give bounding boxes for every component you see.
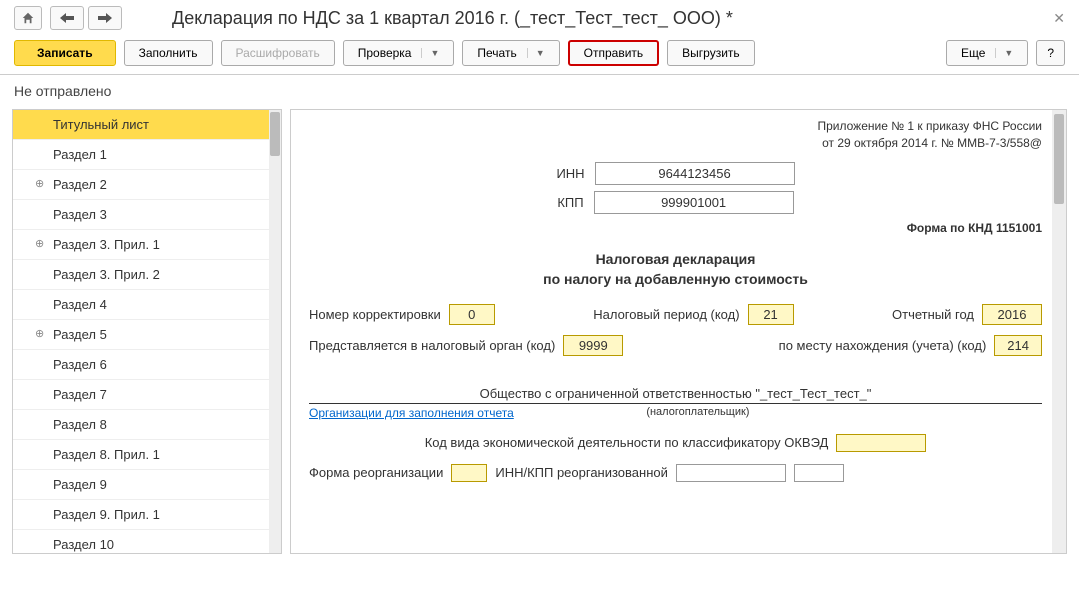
org-block: Общество с ограниченной ответственностью… [309, 386, 1042, 420]
check-button[interactable]: Проверка ▼ [343, 40, 455, 66]
kpp-label: КПП [557, 195, 583, 210]
forward-button[interactable] [88, 6, 122, 30]
sidebar-item-3[interactable]: Раздел 3 [13, 200, 281, 230]
print-button[interactable]: Печать ▼ [462, 40, 559, 66]
caret-down-icon: ▼ [527, 48, 545, 58]
place-field[interactable]: 214 [994, 335, 1042, 356]
caret-down-icon: ▼ [421, 48, 439, 58]
reorg-kpp-field[interactable] [794, 464, 844, 482]
correction-field[interactable]: 0 [449, 304, 495, 325]
sidebar-item-label: Раздел 2 [53, 177, 107, 192]
correction-label: Номер корректировки [309, 307, 441, 322]
sidebar-item-label: Раздел 4 [53, 297, 107, 312]
period-field[interactable]: 21 [748, 304, 794, 325]
heading-line1: Налоговая декларация [309, 250, 1042, 270]
check-label: Проверка [358, 46, 412, 60]
sidebar-item-label: Титульный лист [53, 117, 149, 132]
home-button[interactable] [14, 6, 42, 30]
sidebar-item-1[interactable]: Раздел 1 [13, 140, 281, 170]
kpp-field[interactable]: 999901001 [594, 191, 794, 214]
sidebar-item-label: Раздел 8 [53, 417, 107, 432]
sidebar-item-6[interactable]: Раздел 4 [13, 290, 281, 320]
sidebar-item-8[interactable]: Раздел 6 [13, 350, 281, 380]
okved-field[interactable] [836, 434, 926, 452]
year-field[interactable]: 2016 [982, 304, 1042, 325]
title-bar: Декларация по НДС за 1 квартал 2016 г. (… [0, 0, 1079, 36]
sidebar-item-0[interactable]: Титульный лист [13, 110, 281, 140]
year-label: Отчетный год [892, 307, 974, 322]
sidebar-item-12[interactable]: Раздел 9 [13, 470, 281, 500]
sidebar-item-10[interactable]: Раздел 8 [13, 410, 281, 440]
sidebar-item-label: Раздел 1 [53, 147, 107, 162]
reorg-inn-label: ИНН/КПП реорганизованной [495, 465, 668, 480]
sidebar-item-2[interactable]: ⊕ Раздел 2 [13, 170, 281, 200]
submit-org-field[interactable]: 9999 [563, 335, 623, 356]
decrypt-button: Расшифровать [221, 40, 335, 66]
sidebar-item-11[interactable]: Раздел 8. Прил. 1 [13, 440, 281, 470]
print-label: Печать [477, 46, 516, 60]
more-button[interactable]: Еще ▼ [946, 40, 1028, 66]
form-code: Форма по КНД 1151001 [309, 220, 1042, 237]
expand-icon[interactable]: ⊕ [35, 237, 44, 250]
sidebar-item-label: Раздел 3. Прил. 1 [53, 237, 160, 252]
inn-label: ИНН [556, 166, 584, 181]
sidebar-item-label: Раздел 6 [53, 357, 107, 372]
sidebar-item-label: Раздел 3. Прил. 2 [53, 267, 160, 282]
nav-buttons [50, 6, 122, 30]
sidebar-item-label: Раздел 7 [53, 387, 107, 402]
sidebar-item-5[interactable]: Раздел 3. Прил. 2 [13, 260, 281, 290]
expand-icon[interactable]: ⊕ [35, 327, 44, 340]
status-text: Не отправлено [0, 75, 1079, 109]
org-name: Общество с ограниченной ответственностью… [309, 386, 1042, 404]
write-button[interactable]: Записать [14, 40, 116, 66]
heading-line2: по налогу на добавленную стоимость [309, 270, 1042, 290]
close-button[interactable]: ✕ [1053, 10, 1065, 27]
expand-icon[interactable]: ⊕ [35, 177, 44, 190]
org-fill-link[interactable]: Организации для заполнения отчета [309, 406, 514, 420]
scrollbar-thumb[interactable] [270, 112, 280, 156]
reorg-label: Форма реорганизации [309, 465, 443, 480]
home-icon [21, 11, 35, 25]
place-label: по месту нахождения (учета) (код) [779, 338, 987, 353]
content-scrollbar[interactable] [1052, 110, 1066, 553]
sidebar-item-14[interactable]: Раздел 10 [13, 530, 281, 554]
scrollbar-thumb[interactable] [1054, 114, 1064, 204]
toolbar: Записать Заполнить Расшифровать Проверка… [0, 36, 1079, 75]
appendix-line2: от 29 октября 2014 г. № ММВ-7-3/558@ [309, 135, 1042, 152]
submit-org-label: Представляется в налоговый орган (код) [309, 338, 555, 353]
sidebar-item-label: Раздел 9. Прил. 1 [53, 507, 160, 522]
sidebar-item-13[interactable]: Раздел 9. Прил. 1 [13, 500, 281, 530]
sidebar-item-4[interactable]: ⊕ Раздел 3. Прил. 1 [13, 230, 281, 260]
sidebar-item-9[interactable]: Раздел 7 [13, 380, 281, 410]
arrow-right-icon [98, 13, 112, 23]
sidebar-item-7[interactable]: ⊕ Раздел 5 [13, 320, 281, 350]
sidebar-item-label: Раздел 8. Прил. 1 [53, 447, 160, 462]
content-panel: Приложение № 1 к приказу ФНС России от 2… [290, 109, 1067, 554]
reorg-inn-field[interactable] [676, 464, 786, 482]
sidebar-item-label: Раздел 3 [53, 207, 107, 222]
unload-button[interactable]: Выгрузить [667, 40, 755, 66]
sidebar-item-label: Раздел 10 [53, 537, 114, 552]
document-heading: Налоговая декларация по налогу на добавл… [309, 250, 1042, 289]
arrow-left-icon [60, 13, 74, 23]
window-title: Декларация по НДС за 1 квартал 2016 г. (… [172, 8, 733, 29]
sidebar: Титульный лист Раздел 1 ⊕ Раздел 2 Раздел 3 ⊕… [12, 109, 282, 554]
taxpayer-label: (налогоплательщик) [514, 406, 882, 420]
help-button[interactable]: ? [1036, 40, 1065, 66]
more-label: Еще [961, 46, 985, 60]
caret-down-icon: ▼ [995, 48, 1013, 58]
appendix-line1: Приложение № 1 к приказу ФНС России [309, 118, 1042, 135]
back-button[interactable] [50, 6, 84, 30]
send-button[interactable]: Отправить [568, 40, 660, 66]
okved-label: Код вида экономической деятельности по к… [425, 435, 829, 450]
reorg-form-field[interactable] [451, 464, 487, 482]
fill-button[interactable]: Заполнить [124, 40, 213, 66]
inn-field[interactable]: 9644123456 [595, 162, 795, 185]
sidebar-item-label: Раздел 5 [53, 327, 107, 342]
main-area: Титульный лист Раздел 1 ⊕ Раздел 2 Раздел 3 ⊕… [0, 109, 1079, 554]
appendix-text: Приложение № 1 к приказу ФНС России от 2… [309, 118, 1042, 152]
sidebar-item-label: Раздел 9 [53, 477, 107, 492]
sidebar-scrollbar[interactable] [269, 110, 281, 553]
period-label: Налоговый период (код) [593, 307, 739, 322]
